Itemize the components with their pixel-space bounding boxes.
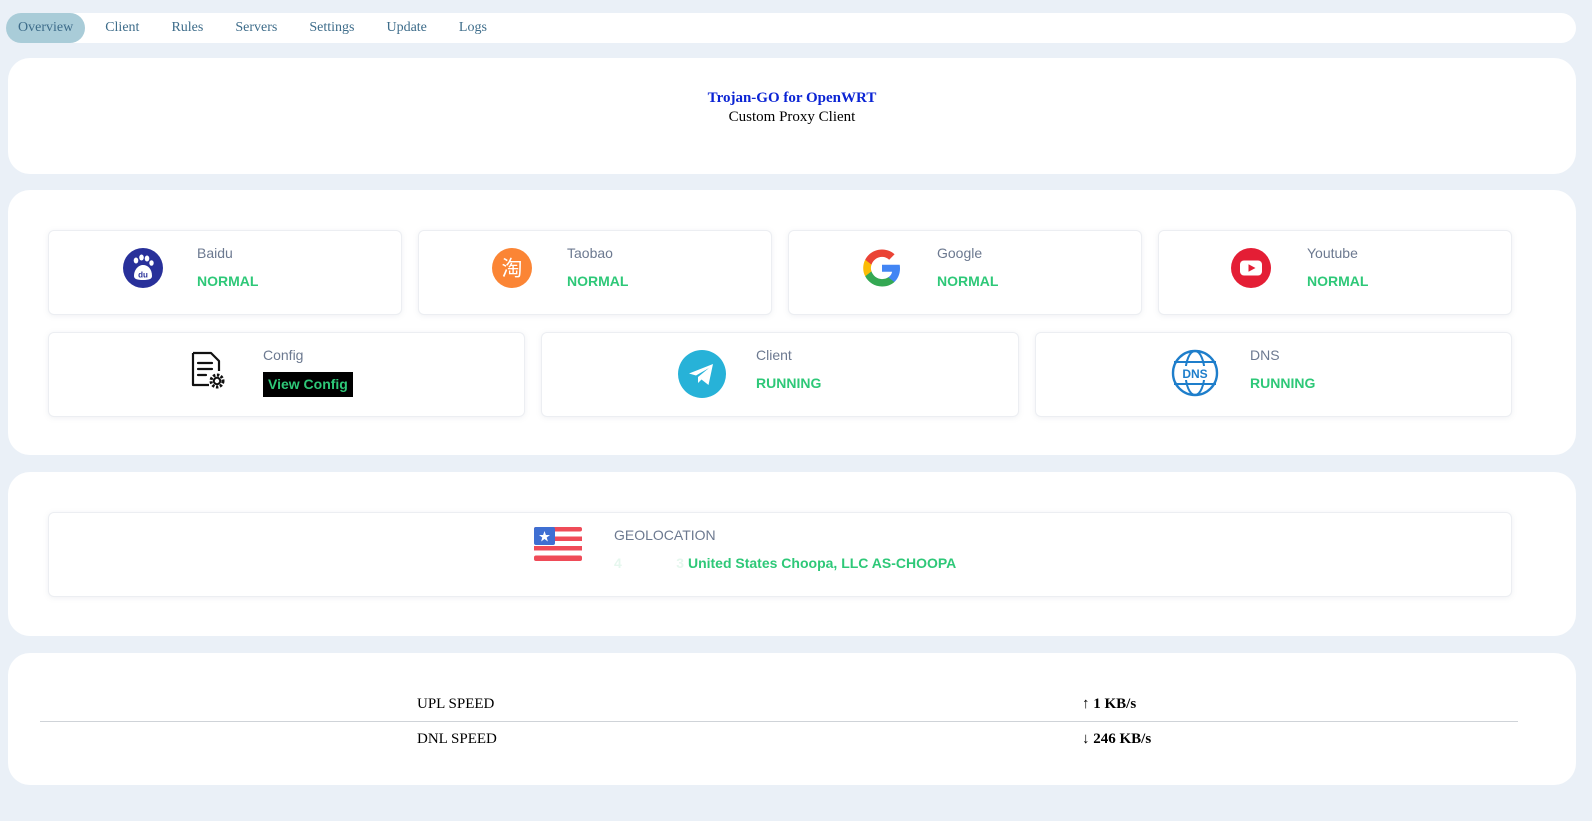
site-status: NORMAL: [197, 273, 259, 289]
site-status: NORMAL: [567, 273, 629, 289]
tab-rules[interactable]: Rules: [159, 13, 215, 43]
service-label: Client: [756, 347, 792, 363]
tab-overview[interactable]: Overview: [6, 13, 86, 43]
ip-address-end: 3: [676, 555, 685, 571]
site-card-youtube: Youtube NORMAL: [1158, 230, 1512, 315]
view-config-button[interactable]: View Config: [263, 372, 353, 397]
service-status: RUNNING: [756, 375, 822, 391]
page-title: Trojan-GO for OpenWRT: [707, 90, 877, 106]
download-speed-value: ↓ 246 KB/s: [1082, 722, 1518, 757]
download-speed-text: 246 KB/s: [1093, 730, 1152, 747]
taobao-icon: 淘: [492, 248, 532, 288]
service-card-dns: DNS DNS RUNNING: [1035, 332, 1512, 417]
upload-speed-value: ↑ 1 KB/s: [1082, 687, 1518, 722]
tab-servers[interactable]: Servers: [223, 13, 289, 43]
site-name: Google: [937, 245, 983, 261]
tab-update[interactable]: Update: [374, 13, 438, 43]
speed-table: UPL SPEED ↑ 1 KB/s DNL SPEED ↓ 246 KB/s: [40, 687, 1518, 756]
service-status: RUNNING: [1250, 375, 1316, 391]
title-block: Trojan-GO for OpenWRT Custom Proxy Clien…: [8, 89, 1576, 126]
site-name: Youtube: [1307, 245, 1358, 261]
ip-address-start: 4: [614, 555, 622, 571]
us-flag-icon: [534, 527, 582, 561]
geolocation-label: GEOLOCATION: [614, 527, 716, 543]
service-card-config: Config View Config: [48, 332, 525, 417]
youtube-icon: [1231, 248, 1271, 288]
down-arrow-icon: ↓: [1082, 730, 1090, 747]
geolocation-card: GEOLOCATION 4 3 United States Choopa, LL…: [48, 512, 1512, 597]
service-label: DNS: [1250, 347, 1280, 363]
page-subtitle: Custom Proxy Client: [728, 109, 856, 125]
ip-address-masked: [622, 555, 676, 571]
tab-settings[interactable]: Settings: [297, 13, 366, 43]
nav-tabs: Overview Client Rules Servers Settings U…: [6, 13, 1576, 43]
svg-text:淘: 淘: [502, 257, 523, 281]
tab-logs[interactable]: Logs: [447, 13, 499, 43]
service-card-client: Client RUNNING: [541, 332, 1019, 417]
service-label: Config: [263, 347, 304, 363]
google-icon: [863, 249, 900, 287]
svg-text:du: du: [138, 271, 148, 280]
geolocation-panel: GEOLOCATION 4 3 United States Choopa, LL…: [8, 472, 1576, 636]
upload-speed-label: UPL SPEED: [40, 687, 1082, 722]
site-card-taobao: 淘 Taobao NORMAL: [418, 230, 772, 315]
status-panel: du Baidu NORMAL 淘 Taobao NORMAL Google N…: [8, 190, 1576, 455]
speed-panel: UPL SPEED ↑ 1 KB/s DNL SPEED ↓ 246 KB/s: [8, 653, 1576, 785]
config-document-icon: [191, 351, 225, 389]
download-speed-label: DNL SPEED: [417, 730, 497, 747]
up-arrow-icon: ↑: [1082, 695, 1090, 712]
svg-text:DNS: DNS: [1182, 367, 1207, 381]
table-row: UPL SPEED ↑ 1 KB/s: [40, 687, 1518, 722]
baidu-icon: du: [123, 248, 163, 288]
site-status: NORMAL: [937, 273, 999, 289]
telegram-plane-icon: [678, 350, 726, 398]
site-card-google: Google NORMAL: [788, 230, 1142, 315]
site-status: NORMAL: [1307, 273, 1369, 289]
tab-client[interactable]: Client: [93, 13, 151, 43]
upload-speed-text: 1 KB/s: [1093, 695, 1137, 712]
site-card-baidu: du Baidu NORMAL: [48, 230, 402, 315]
site-name: Taobao: [567, 245, 613, 261]
site-name: Baidu: [197, 245, 233, 261]
table-row: DNL SPEED ↓ 246 KB/s: [40, 722, 1518, 757]
dns-globe-icon: DNS: [1171, 349, 1219, 397]
title-panel: Trojan-GO for OpenWRT Custom Proxy Clien…: [8, 58, 1576, 174]
geolocation-value: 4 3 United States Choopa, LLC AS-CHOOPA: [614, 555, 956, 571]
geolocation-location: United States Choopa, LLC AS-CHOOPA: [687, 555, 957, 571]
